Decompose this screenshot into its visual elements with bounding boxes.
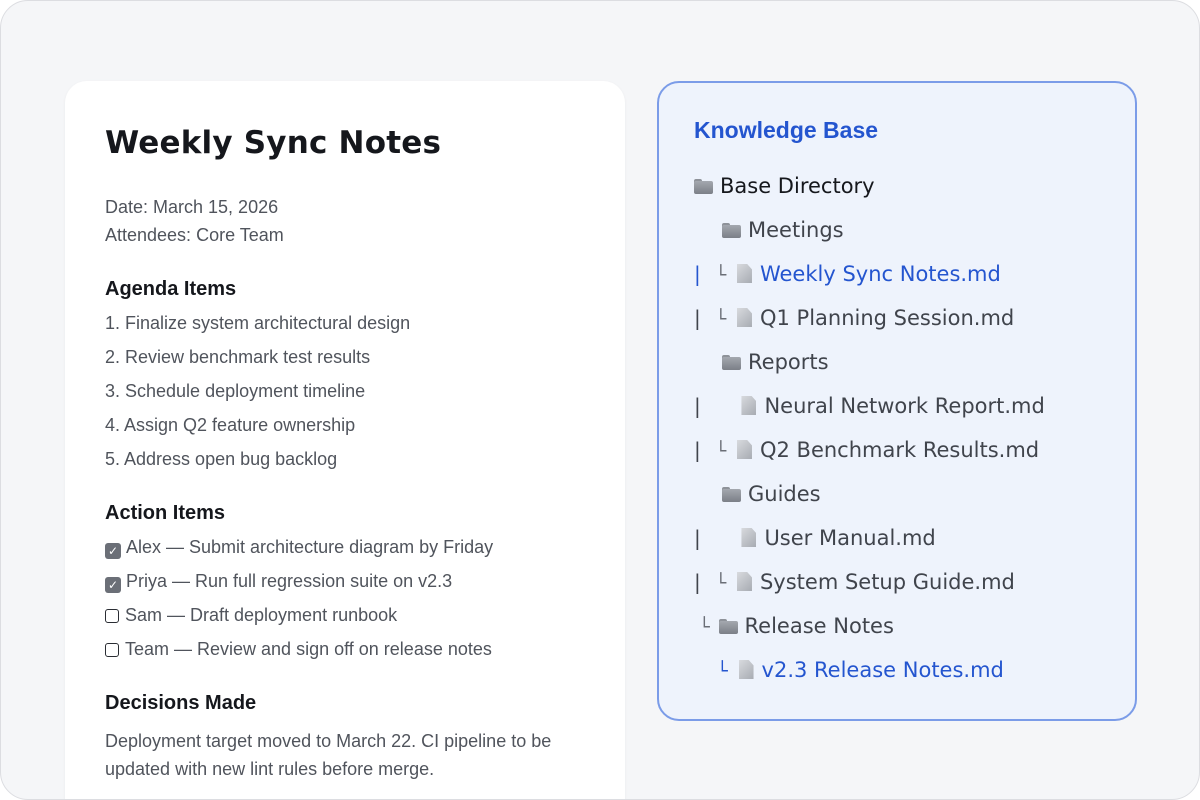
tree-connector: └ (715, 441, 727, 462)
decisions-heading: Decisions Made (105, 692, 257, 714)
file-icon (738, 660, 754, 679)
action-item: Team — Review and sign off on release no… (105, 639, 492, 660)
action-item: ✓ Alex — Submit architecture diagram by F… (105, 537, 493, 559)
tree-connector: └ (715, 265, 727, 286)
checkbox-checked-icon[interactable]: ✓ (105, 543, 121, 559)
tree-connector: | (694, 262, 701, 286)
tree-folder-base-directory[interactable]: Base Directory (694, 174, 875, 198)
tree-file-q2-benchmark-results[interactable]: | └ Q2 Benchmark Results.md (694, 438, 1039, 462)
document-date: Date: March 15, 2026 (105, 197, 279, 217)
tree-connector: └ (715, 309, 727, 330)
tree-label: System Setup Guide.md (759, 570, 1015, 594)
tree-label: User Manual.md (764, 526, 936, 550)
agenda-item: 2. Review benchmark test results (105, 347, 371, 367)
tree-label: Release Notes (744, 614, 894, 638)
folder-icon (722, 487, 741, 502)
folder-icon (718, 619, 738, 634)
tree-file-q1-planning-session[interactable]: | └ Q1 Planning Session.md (694, 306, 1014, 330)
tree-folder-guides[interactable]: Guides (722, 482, 821, 506)
tree-label: v2.3 Release Notes.md (761, 658, 1004, 682)
document-title: Weekly Sync Notes (105, 125, 442, 161)
action-item-text: Priya — Run full regression suite on v2.… (126, 571, 453, 591)
checkbox-unchecked-icon[interactable] (105, 609, 119, 623)
agenda-item: 3. Schedule deployment timeline (105, 381, 366, 401)
document-card: Weekly Sync Notes Date: March 15, 2026 A… (65, 81, 625, 799)
tree-connector: └ (715, 573, 727, 594)
tree-folder-meetings[interactable]: Meetings (722, 218, 844, 242)
tree-file-user-manual[interactable]: | User Manual.md (694, 526, 936, 550)
tree-label: Q1 Planning Session.md (759, 306, 1015, 330)
agenda-heading: Agenda Items (105, 278, 237, 300)
tree-label: Weekly Sync Notes.md (759, 262, 1001, 286)
tree-file-weekly-sync-notes[interactable]: | └ Weekly Sync Notes.md (694, 262, 1001, 286)
action-item-text: Team — Review and sign off on release no… (125, 639, 492, 659)
folder-icon (694, 179, 713, 194)
knowledge-base-panel: Knowledge Base Base Directory Meetings |… (657, 81, 1137, 721)
agenda-item: 5. Address open bug backlog (105, 449, 338, 469)
action-item-text: Alex — Submit architecture diagram by Fr… (126, 537, 494, 557)
agenda-item: 1. Finalize system architectural design (105, 313, 411, 333)
tree-folder-release-notes[interactable]: └ Release Notes (699, 614, 894, 638)
decisions-text: Deployment target moved to March 22. CI … (105, 731, 552, 779)
tree-file-v2-3-release-notes[interactable]: └ v2.3 Release Notes.md (717, 658, 1004, 682)
tree-file-system-setup-guide[interactable]: | └ System Setup Guide.md (694, 570, 1015, 594)
tree-connector: └ (717, 661, 728, 682)
action-item: ✓ Priya — Run full regression suite on v2… (105, 571, 452, 593)
tree-connector: | (694, 394, 701, 418)
file-icon (741, 528, 757, 547)
app-window: Weekly Sync Notes Date: March 15, 2026 A… (0, 0, 1200, 800)
tree-label: Guides (748, 482, 821, 506)
file-icon (736, 440, 752, 459)
tree-label: Q2 Benchmark Results.md (759, 438, 1040, 462)
tree-label: Neural Network Report.md (764, 394, 1045, 418)
tree-connector: | (694, 438, 701, 462)
tree-connector: └ (699, 617, 710, 638)
tree-label: Meetings (748, 218, 844, 242)
file-icon (736, 264, 752, 283)
tree-connector: | (694, 526, 701, 550)
file-icon (736, 308, 752, 327)
checkbox-checked-icon[interactable]: ✓ (105, 577, 121, 593)
action-item: Sam — Draft deployment runbook (105, 605, 397, 626)
tree-folder-reports[interactable]: Reports (722, 350, 829, 374)
folder-icon (722, 355, 741, 370)
document-attendees: Attendees: Core Team (105, 225, 284, 245)
tree-connector: | (694, 306, 701, 330)
action-items-heading: Action Items (105, 502, 226, 524)
agenda-item: 4. Assign Q2 feature ownership (105, 415, 356, 435)
tree-label: Base Directory (720, 174, 875, 198)
folder-icon (722, 223, 741, 238)
tree-connector: | (694, 570, 701, 594)
tree-file-neural-network-report[interactable]: | Neural Network Report.md (694, 394, 1045, 418)
file-icon (736, 572, 752, 591)
knowledge-base-title: Knowledge Base (694, 117, 879, 143)
tree-label: Reports (748, 350, 829, 374)
file-icon (741, 396, 757, 415)
action-item-text: Sam — Draft deployment runbook (125, 605, 398, 625)
checkbox-unchecked-icon[interactable] (105, 643, 119, 657)
